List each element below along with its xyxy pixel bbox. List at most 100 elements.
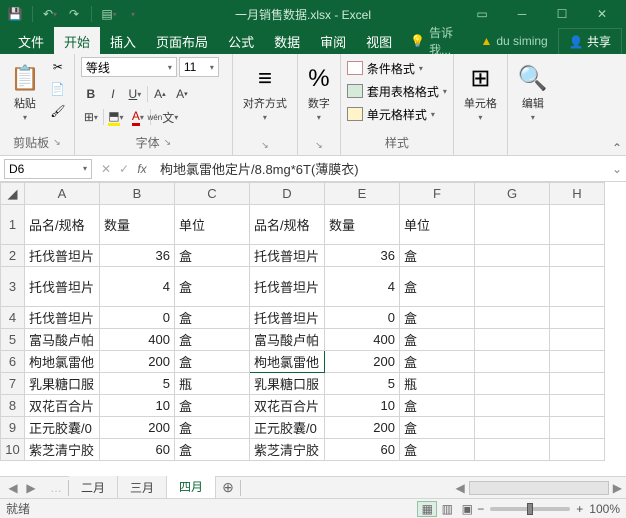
cell[interactable]: 60 bbox=[100, 439, 175, 461]
tab-insert[interactable]: 插入 bbox=[100, 27, 146, 56]
cell[interactable]: 36 bbox=[100, 245, 175, 267]
cell[interactable]: 4 bbox=[100, 267, 175, 307]
cell[interactable]: 4 bbox=[325, 267, 400, 307]
cell[interactable]: 托伐普坦片 bbox=[250, 245, 325, 267]
cancel-formula-button[interactable]: ✕ bbox=[98, 162, 114, 176]
italic-button[interactable]: I bbox=[103, 84, 123, 104]
cell[interactable]: 盒 bbox=[400, 395, 475, 417]
cell[interactable]: 瓶 bbox=[400, 373, 475, 395]
tell-me[interactable]: 💡 告诉我... bbox=[402, 24, 474, 58]
zoom-slider[interactable] bbox=[490, 507, 570, 511]
cell[interactable]: 盒 bbox=[400, 439, 475, 461]
cell[interactable]: 5 bbox=[100, 373, 175, 395]
alignment-button[interactable]: ≡对齐方式▾ bbox=[239, 57, 291, 129]
cell[interactable]: 盒 bbox=[175, 417, 250, 439]
sheet-tab-active[interactable]: 四月 bbox=[167, 475, 216, 500]
number-format-button[interactable]: %数字▾ bbox=[304, 57, 334, 129]
cell[interactable]: 盒 bbox=[175, 267, 250, 307]
row-header[interactable]: 7 bbox=[1, 373, 25, 395]
collapse-ribbon-button[interactable]: ⌃ bbox=[608, 54, 626, 155]
cell[interactable]: 盒 bbox=[400, 245, 475, 267]
hscroll-left[interactable]: ◀ bbox=[452, 481, 469, 495]
col-header[interactable]: E bbox=[325, 183, 400, 205]
font-color-button[interactable]: A▾ bbox=[128, 107, 148, 127]
col-header[interactable]: G bbox=[475, 183, 550, 205]
bold-button[interactable]: B bbox=[81, 84, 101, 104]
sheet-nav-prev[interactable]: ◀ bbox=[8, 481, 17, 495]
cell[interactable]: 紫芝清宁胶 bbox=[25, 439, 100, 461]
cell-selected[interactable]: 枸地氯雷他 bbox=[250, 351, 325, 373]
cell[interactable]: 托伐普坦片 bbox=[250, 267, 325, 307]
cell[interactable]: 乳果糖口服 bbox=[25, 373, 100, 395]
col-header[interactable]: D bbox=[250, 183, 325, 205]
customize-qat-button[interactable]: ▾ bbox=[122, 3, 144, 25]
cell[interactable]: 盒 bbox=[400, 329, 475, 351]
tab-layout[interactable]: 页面布局 bbox=[146, 27, 218, 56]
cell[interactable]: 正元胶囊/0 bbox=[25, 417, 100, 439]
editing-button[interactable]: 🔍编辑▾ bbox=[514, 57, 552, 129]
clipboard-dialog-launcher[interactable]: ↘ bbox=[53, 137, 61, 148]
row-header[interactable]: 3 bbox=[1, 267, 25, 307]
col-header[interactable]: B bbox=[100, 183, 175, 205]
undo-button[interactable]: ↶▾ bbox=[39, 3, 61, 25]
fx-button[interactable]: fx bbox=[134, 162, 150, 176]
phonetic-button[interactable]: wén文▾ bbox=[153, 107, 173, 127]
col-header[interactable]: H bbox=[550, 183, 605, 205]
tab-formulas[interactable]: 公式 bbox=[218, 27, 264, 56]
cell[interactable]: 10 bbox=[325, 395, 400, 417]
cell[interactable]: 富马酸卢帕 bbox=[25, 329, 100, 351]
cell[interactable]: 托伐普坦片 bbox=[25, 267, 100, 307]
cell[interactable]: 200 bbox=[325, 417, 400, 439]
cell[interactable]: 盒 bbox=[400, 307, 475, 329]
worksheet-grid[interactable]: ◢ A B C D E F G H 1 品名/规格 数量 单位 品名/规格 数量… bbox=[0, 182, 626, 476]
cell[interactable]: 200 bbox=[100, 417, 175, 439]
cell[interactable]: 托伐普坦片 bbox=[25, 307, 100, 329]
increase-font-button[interactable]: A▴ bbox=[150, 84, 170, 104]
page-layout-view-button[interactable]: ▥ bbox=[437, 501, 457, 517]
cell[interactable]: 400 bbox=[325, 329, 400, 351]
border-button[interactable]: ⊞▾ bbox=[81, 107, 101, 127]
font-dialog-launcher[interactable]: ↘ bbox=[164, 137, 172, 148]
share-button[interactable]: 👤 共享 bbox=[558, 28, 622, 55]
decrease-font-button[interactable]: A▾ bbox=[172, 84, 192, 104]
cell[interactable]: 数量 bbox=[100, 205, 175, 245]
fill-color-button[interactable]: ⬒▾ bbox=[106, 107, 126, 127]
tab-view[interactable]: 视图 bbox=[356, 27, 402, 56]
cell[interactable] bbox=[475, 205, 550, 245]
cell[interactable]: 枸地氯雷他 bbox=[25, 351, 100, 373]
cell[interactable]: 托伐普坦片 bbox=[250, 307, 325, 329]
col-header[interactable]: C bbox=[175, 183, 250, 205]
cell[interactable]: 正元胶囊/0 bbox=[250, 417, 325, 439]
row-header[interactable]: 6 bbox=[1, 351, 25, 373]
select-all-corner[interactable]: ◢ bbox=[1, 183, 25, 205]
cell[interactable]: 双花百合片 bbox=[250, 395, 325, 417]
row-header[interactable]: 1 bbox=[1, 205, 25, 245]
cell[interactable]: 200 bbox=[325, 351, 400, 373]
format-as-table-button[interactable]: 套用表格格式 ▾ bbox=[347, 80, 447, 102]
enter-formula-button[interactable]: ✓ bbox=[116, 162, 132, 176]
tab-file[interactable]: 文件 bbox=[8, 27, 54, 56]
cell[interactable]: 紫芝清宁胶 bbox=[250, 439, 325, 461]
unknown-qat-button[interactable]: ▤▾ bbox=[98, 3, 120, 25]
cell[interactable]: 0 bbox=[100, 307, 175, 329]
cell[interactable]: 品名/规格 bbox=[250, 205, 325, 245]
hscroll-right[interactable]: ▶ bbox=[609, 481, 626, 495]
col-header[interactable]: F bbox=[400, 183, 475, 205]
cell[interactable]: 盒 bbox=[175, 307, 250, 329]
underline-button[interactable]: U▾ bbox=[125, 84, 145, 104]
cell[interactable]: 10 bbox=[100, 395, 175, 417]
cell[interactable]: 富马酸卢帕 bbox=[250, 329, 325, 351]
font-name-selector[interactable]: 等线▾ bbox=[81, 57, 177, 77]
cell[interactable]: 盒 bbox=[400, 417, 475, 439]
minimize-button[interactable]: ─ bbox=[502, 0, 542, 28]
cell[interactable]: 0 bbox=[325, 307, 400, 329]
cell[interactable]: 单位 bbox=[175, 205, 250, 245]
cell[interactable]: 瓶 bbox=[175, 373, 250, 395]
cell[interactable]: 盒 bbox=[400, 351, 475, 373]
zoom-level[interactable]: 100% bbox=[589, 502, 620, 516]
cell[interactable]: 5 bbox=[325, 373, 400, 395]
row-header[interactable]: 8 bbox=[1, 395, 25, 417]
name-box[interactable]: D6▾ bbox=[4, 159, 92, 179]
add-sheet-button[interactable]: ⊕ bbox=[216, 479, 240, 496]
row-header[interactable]: 4 bbox=[1, 307, 25, 329]
